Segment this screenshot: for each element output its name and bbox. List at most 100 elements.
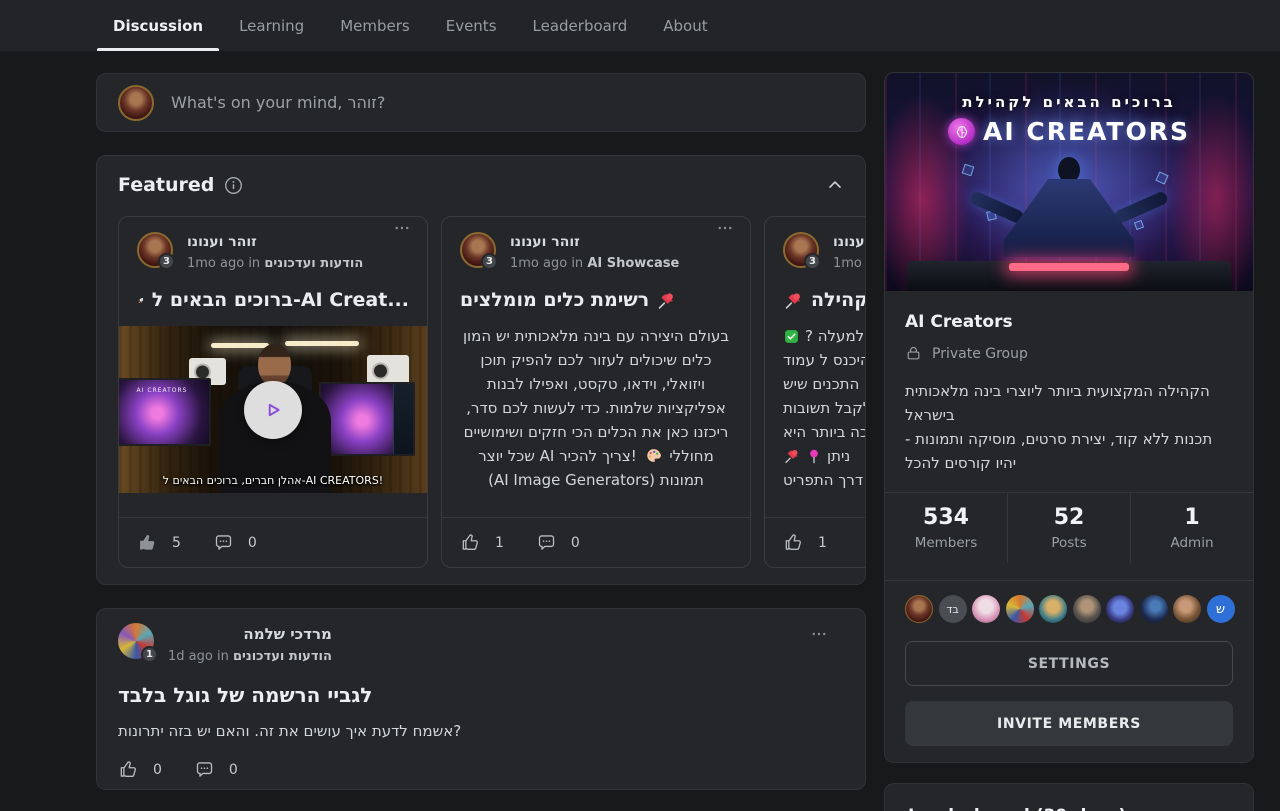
comment-icon [536,532,557,553]
post-title: רשימת כלים מומלצים [442,289,750,311]
group-stats: 534 Members 52 Posts 1 Admin [885,493,1253,563]
post-meta: 1mo ago in [833,256,866,271]
more-menu-icon[interactable] [716,219,734,237]
post-category[interactable]: הודעות ועדכונים [264,256,363,271]
level-badge: 3 [804,253,821,270]
post-body: אשמח לדעת איך עושים את זה. והאם יש בזה י… [118,722,844,740]
tab-leaderboard[interactable]: Leaderboard [517,0,644,51]
user-avatar [118,85,154,121]
stat-posts[interactable]: 52 Posts [1007,493,1130,563]
post-body: למעלה ? היכנס ל עמוד התכנים שיש לקבל תשו… [765,324,866,496]
like-count: 0 [153,762,162,778]
post-body-line: התכנים שיש [783,372,866,396]
author-avatar[interactable]: 3 [137,232,173,268]
tab-events[interactable]: Events [430,0,513,51]
more-menu-icon[interactable] [393,219,411,237]
level-badge: 3 [481,253,498,270]
pushpin-icon [783,447,801,465]
like-control[interactable]: 1 [783,532,827,553]
info-icon[interactable] [224,176,243,195]
member-avatar[interactable] [1073,595,1101,623]
member-avatar[interactable] [1173,595,1201,623]
feed-post[interactable]: 1 מרדכי שלמה 1d ago in הודעות ועדכונים ל… [96,608,866,790]
author-avatar[interactable]: 3 [783,232,819,268]
privacy-row: Private Group [905,345,1233,362]
more-menu-icon[interactable] [810,625,828,643]
stat-value: 534 [923,505,969,530]
comment-control[interactable]: 0 [194,759,238,780]
tab-label: Leaderboard [533,17,628,35]
post-time: 1mo ago in [510,256,583,271]
featured-header: Featured [118,174,865,196]
featured-title: Featured [118,174,214,196]
post-meta: 1mo ago in הודעות ועדכונים [187,256,363,271]
tab-members[interactable]: Members [324,0,426,51]
like-control[interactable]: 1 [460,532,504,553]
floating-cube [1134,220,1144,230]
post-title-text: קהילה [811,289,866,311]
tab-label: Discussion [113,17,203,35]
play-button[interactable] [244,381,302,439]
figure-torso [1004,179,1134,257]
composer-prompt: What's on your mind, זוהר? [171,93,385,112]
stat-label: Admin [1170,535,1213,551]
post-footer: 1 0 [442,517,750,567]
floating-cube [962,164,975,177]
post-title-text: רשימת כלים מומלצים [460,289,649,311]
member-avatar[interactable] [972,595,1000,623]
member-avatar[interactable] [905,595,933,623]
group-sidebar: ברוכים הבאים לקהילת AI CREATORS AI Creat… [884,51,1254,811]
author-avatar[interactable]: 1 [118,623,154,659]
video-thumbnail[interactable]: AI CREATORS אהלן חברים, ברוכים הבאים ל-A… [119,326,427,493]
like-control[interactable]: 0 [118,759,162,780]
leaderboard-title: Leaderboard (30-days) [908,806,1230,811]
comment-control[interactable]: 0 [213,532,257,553]
post-category[interactable]: AI Showcase [587,256,679,271]
stat-value: 52 [1054,505,1085,530]
comment-control[interactable]: 0 [536,532,580,553]
author-name[interactable]: זוהר וענונו [187,232,363,250]
author-avatar[interactable]: 3 [460,232,496,268]
post-body-line: לקבל תשובות [783,396,866,420]
studio-light [211,343,269,348]
post-body-line: כה ביותר היא [783,420,866,444]
member-avatar[interactable]: ש [1207,595,1235,623]
like-count: 1 [495,535,504,551]
fragment-text: כה ביותר היא [783,420,866,444]
monitor-ui-panel [393,384,413,454]
featured-card-tools[interactable]: 3 זוהר וענונו 1mo ago in AI Showcase רשי… [441,216,751,568]
settings-button[interactable]: SETTINGS [905,641,1233,686]
post-composer[interactable]: What's on your mind, זוהר? [96,73,866,132]
invite-members-button[interactable]: INVITE MEMBERS [905,701,1233,746]
member-avatar[interactable]: בד [939,595,967,623]
tab-about[interactable]: About [647,0,723,51]
post-meta: 1mo ago in AI Showcase [510,256,679,271]
post-title: ברוכים הבאים ל-AI Creat... [119,289,427,311]
member-avatar[interactable] [1106,595,1134,623]
member-avatar[interactable] [1039,595,1067,623]
featured-card-welcome[interactable]: 3 זוהר וענונו 1mo ago in הודעות ועדכונים… [118,216,428,568]
tab-label: Learning [239,17,304,35]
post-time: 1d ago in [168,649,229,664]
post-title: קהילה [765,289,866,311]
member-avatar[interactable] [1140,595,1168,623]
tab-discussion[interactable]: Discussion [97,0,219,51]
featured-card-community[interactable]: 3 זוהר וענונו 1mo ago in קהילה למעלה ? [764,216,866,568]
like-control[interactable]: 5 [137,532,181,553]
collapse-chevron-up-icon[interactable] [825,175,845,195]
tab-label: Members [340,17,410,35]
author-name[interactable]: מרדכי שלמה [168,623,332,643]
level-badge: 3 [158,253,175,270]
stat-admins[interactable]: 1 Admin [1130,493,1253,563]
stat-members[interactable]: 534 Members [885,493,1007,563]
round-pushpin-icon [806,448,822,464]
post-category[interactable]: הודעות ועדכונים [233,649,332,664]
author-name[interactable]: זוהר וענונו [510,232,679,250]
post-time: 1mo ago in [833,256,866,271]
rocket-icon [131,289,150,310]
feed-column: What's on your mind, זוהר? Featured 3 [96,51,866,790]
member-avatar[interactable] [1006,595,1034,623]
tab-learning[interactable]: Learning [223,0,320,51]
author-name[interactable]: זוהר וענונו [833,232,866,250]
like-count: 1 [818,535,827,551]
